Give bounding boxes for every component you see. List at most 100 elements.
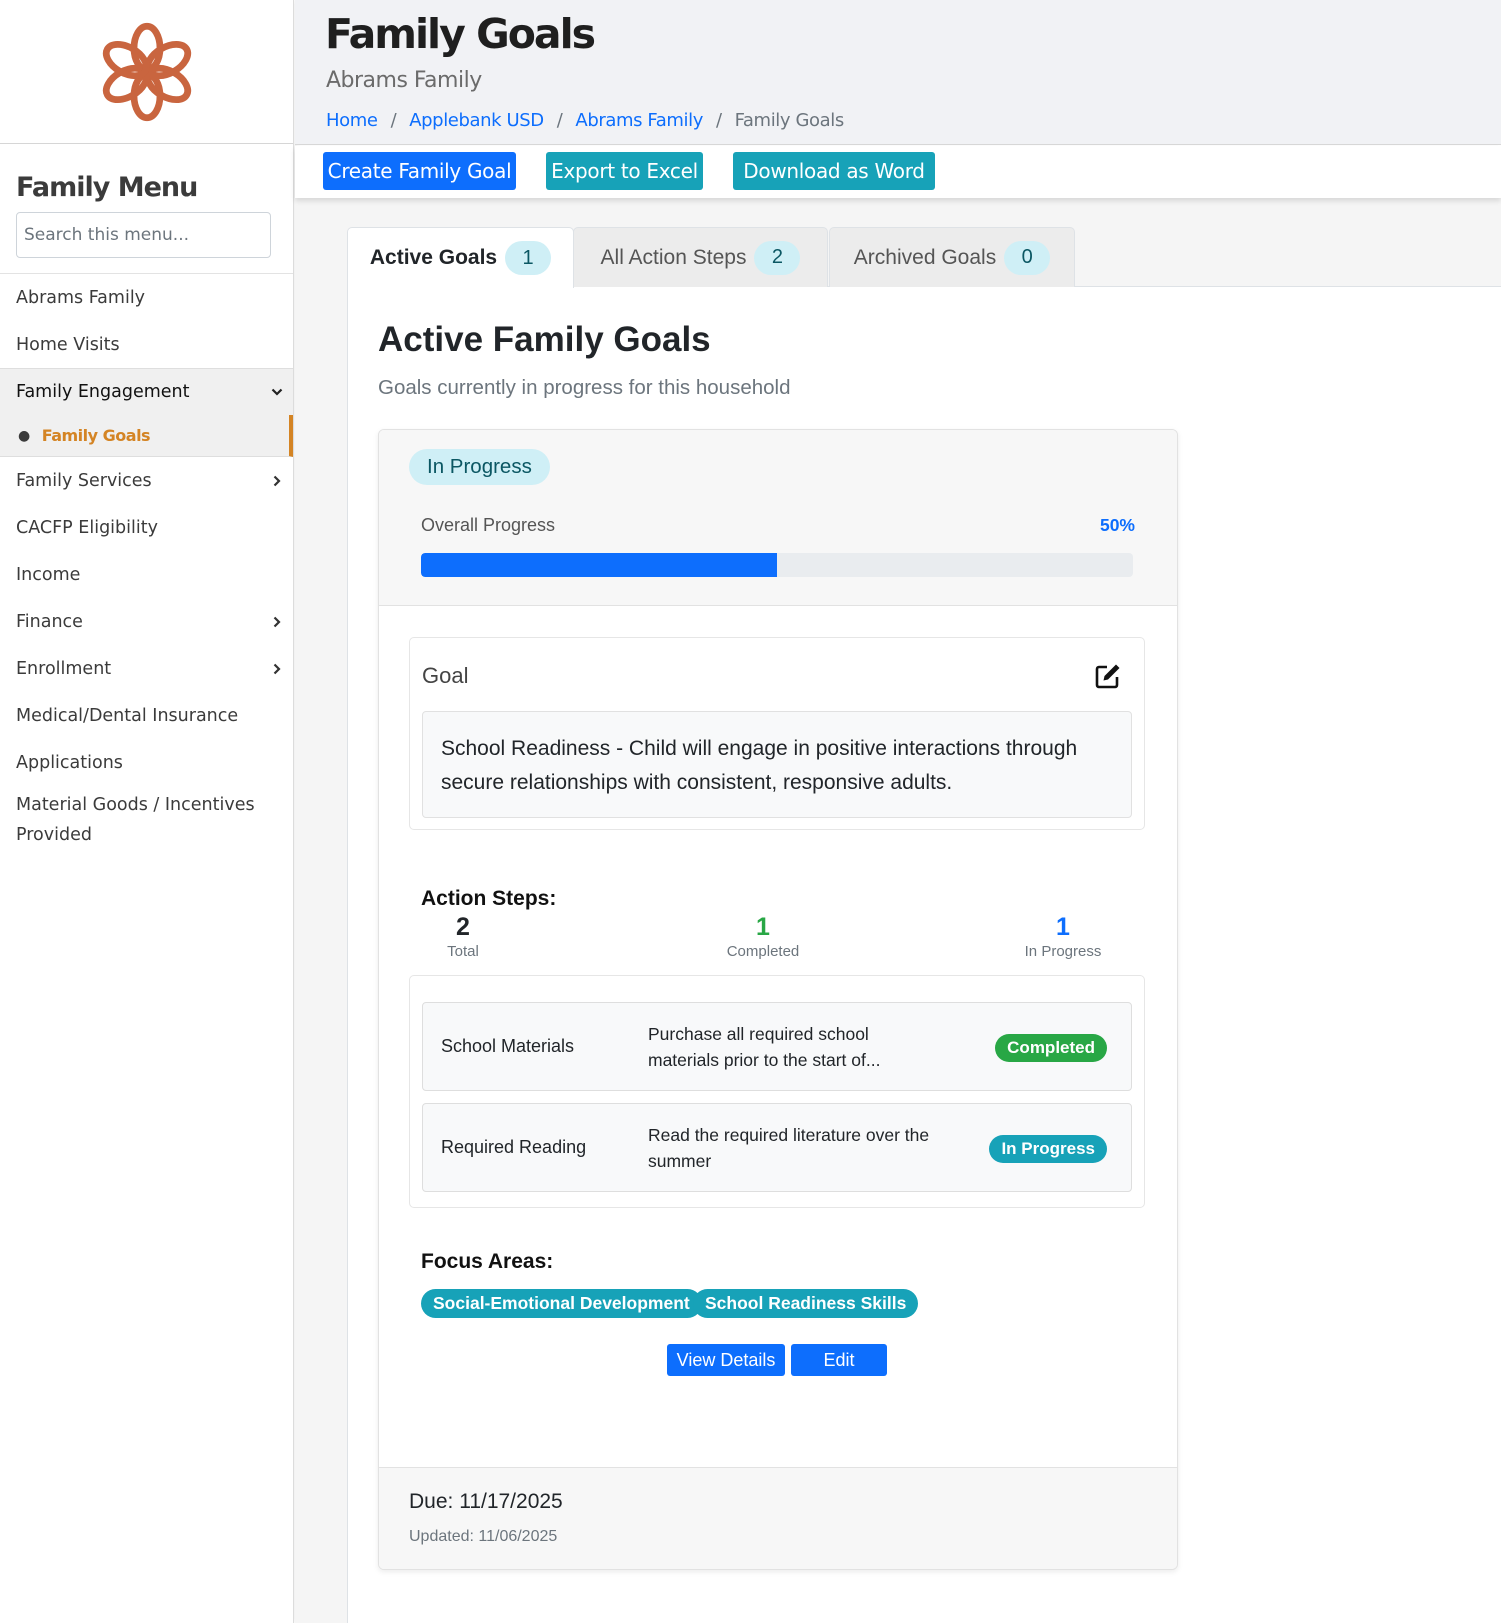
tab-active-goals[interactable]: Active Goals 1 — [347, 227, 574, 288]
tab-label: Active Goals — [369, 246, 498, 269]
sidebar-item-label: Family Services — [16, 470, 152, 491]
action-steps-heading: Action Steps: — [421, 887, 557, 910]
stat-in-progress: 1 In Progress — [993, 912, 1133, 962]
action-step-row[interactable]: Required Reading Read the required liter… — [422, 1103, 1132, 1192]
sidebar-item-label: CACFP Eligibility — [16, 517, 158, 538]
goal-card-footer: Due: 11/17/2025 Updated: 11/06/2025 — [379, 1467, 1177, 1569]
toolbar: Create Family Goal Export to Excel Downl… — [295, 146, 1501, 198]
stat-label: Total — [447, 943, 479, 960]
sidebar-item-family-services[interactable]: Family Services — [0, 457, 293, 504]
tab-count-badge: 2 — [754, 240, 801, 275]
breadcrumb-separator: / — [715, 110, 722, 131]
edit-goal-button[interactable]: Edit — [791, 1344, 887, 1376]
tab-label: All Action Steps — [600, 245, 747, 269]
sidebar-item-label: Enrollment — [16, 658, 112, 679]
due-date: Due: 11/17/2025 — [409, 1490, 563, 1513]
menu-search-input[interactable] — [16, 212, 271, 258]
create-family-goal-button[interactable]: Create Family Goal — [323, 152, 516, 190]
sidebar-item-home-visits[interactable]: Home Visits — [0, 321, 293, 368]
sidebar-item-income[interactable]: Income — [0, 551, 293, 598]
status-badge: In Progress — [409, 449, 550, 485]
sidebar-item-label: Material Goods / Incentives Provided — [16, 795, 255, 845]
goal-description: School Readiness - Child will engage in … — [422, 711, 1132, 818]
action-step-description: Read the required literature over the su… — [648, 1124, 930, 1171]
sidebar-item-label: Income — [16, 564, 81, 585]
chevron-right-icon — [273, 475, 281, 486]
stat-value: 1 — [756, 913, 770, 941]
sidebar-item-label: Medical/Dental Insurance — [16, 705, 239, 726]
page-header: Family Goals Abrams Family Home / Appleb… — [295, 0, 1501, 145]
sidebar-item-abrams-family[interactable]: Abrams Family — [0, 274, 293, 321]
updated-date: Updated: 11/06/2025 — [409, 1528, 558, 1545]
section-subtitle: Goals currently in progress for this hou… — [378, 376, 791, 399]
breadcrumb-separator: / — [556, 110, 563, 131]
sidebar-item-label: Home Visits — [16, 334, 120, 355]
menu-title: Family Menu — [16, 172, 198, 203]
progress-bar — [421, 553, 1133, 577]
download-as-word-button[interactable]: Download as Word — [733, 152, 935, 190]
chevron-right-icon — [273, 616, 281, 627]
progress-percent: 50% — [1099, 515, 1135, 535]
chevron-down-icon — [271, 388, 283, 396]
action-steps-list: School Materials Purchase all required s… — [409, 975, 1145, 1208]
action-step-row[interactable]: School Materials Purchase all required s… — [422, 1002, 1132, 1091]
page-subtitle: Abrams Family — [326, 68, 482, 93]
view-details-button[interactable]: View Details — [667, 1344, 785, 1376]
tab-label: Archived Goals — [853, 245, 997, 269]
tab-count-badge: 0 — [1004, 240, 1051, 275]
sidebar-item-label: Abrams Family — [16, 287, 146, 308]
stat-value: 2 — [456, 913, 470, 941]
action-step-name: School Materials — [441, 1036, 575, 1056]
focus-area-chip: Social-Emotional Development — [421, 1289, 702, 1318]
goal-card-header: In Progress Overall Progress 50% — [379, 430, 1177, 606]
logo-area — [0, 0, 293, 144]
page-title: Family Goals — [325, 10, 596, 58]
sidebar-item-material-goods[interactable]: Material Goods / Incentives Provided — [0, 786, 293, 848]
sidebar-item-label: Applications — [16, 752, 123, 773]
bullet-icon: ● — [18, 427, 30, 444]
sidebar-item-cacfp-eligibility[interactable]: CACFP Eligibility — [0, 504, 293, 551]
focus-area-chip: School Readiness Skills — [693, 1289, 919, 1318]
action-step-status-badge: In Progress — [989, 1135, 1107, 1163]
sidebar-item-family-engagement[interactable]: Family Engagement — [0, 368, 293, 415]
sidebar-item-medical-dental-insurance[interactable]: Medical/Dental Insurance — [0, 692, 293, 739]
sidebar-item-finance[interactable]: Finance — [0, 598, 293, 645]
breadcrumb: Home / Applebank USD / Abrams Family / F… — [326, 110, 844, 131]
sidebar-item-enrollment[interactable]: Enrollment — [0, 645, 293, 692]
sidebar-item-label: Finance — [16, 611, 83, 632]
tab-archived-goals[interactable]: Archived Goals 0 — [829, 227, 1075, 287]
flower-logo-icon[interactable] — [95, 20, 199, 124]
goal-tabs: Active Goals 1 All Action Steps 2 Archiv… — [347, 227, 1501, 288]
stat-value: 1 — [1056, 913, 1070, 941]
tab-panel: Active Family Goals Goals currently in p… — [347, 287, 1501, 1623]
stat-label: In Progress — [1024, 943, 1102, 960]
breadcrumb-family-link[interactable]: Abrams Family — [575, 110, 703, 131]
goal-section: Goal School Readiness - Child will engag… — [409, 637, 1145, 830]
edit-icon[interactable] — [1094, 662, 1122, 690]
tab-all-action-steps[interactable]: All Action Steps 2 — [573, 227, 828, 287]
section-title: Active Family Goals — [378, 320, 711, 359]
action-step-description: Purchase all required school materials p… — [648, 1023, 881, 1070]
sidebar-item-applications[interactable]: Applications — [0, 739, 293, 786]
breadcrumb-home-link[interactable]: Home — [326, 110, 378, 131]
chevron-right-icon — [273, 663, 281, 674]
goal-card: In Progress Overall Progress 50% Goal Sc… — [378, 429, 1178, 1570]
menu-divider — [0, 258, 293, 274]
main-content: Active Goals 1 All Action Steps 2 Archiv… — [295, 198, 1501, 1623]
tab-count-badge: 1 — [505, 241, 552, 275]
focus-areas-heading: Focus Areas: — [421, 1250, 554, 1273]
goal-label: Goal — [422, 663, 469, 688]
sidebar-item-family-goals[interactable]: ● Family Goals — [0, 415, 293, 457]
action-step-name: Required Reading — [441, 1137, 587, 1157]
sidebar: Family Menu Abrams Family Home Visits Fa… — [0, 0, 294, 1623]
progress-label: Overall Progress — [421, 515, 556, 535]
breadcrumb-district-link[interactable]: Applebank USD — [409, 110, 544, 131]
breadcrumb-separator: / — [390, 110, 397, 131]
progress-bar-fill — [421, 553, 777, 577]
stat-completed: 1 Completed — [693, 912, 833, 962]
breadcrumb-current: Family Goals — [734, 110, 845, 131]
export-to-excel-button[interactable]: Export to Excel — [546, 152, 703, 190]
sidebar-item-label: Family Goals — [41, 426, 151, 445]
stat-label: Completed — [726, 943, 800, 960]
sidebar-item-label: Family Engagement — [16, 382, 190, 402]
